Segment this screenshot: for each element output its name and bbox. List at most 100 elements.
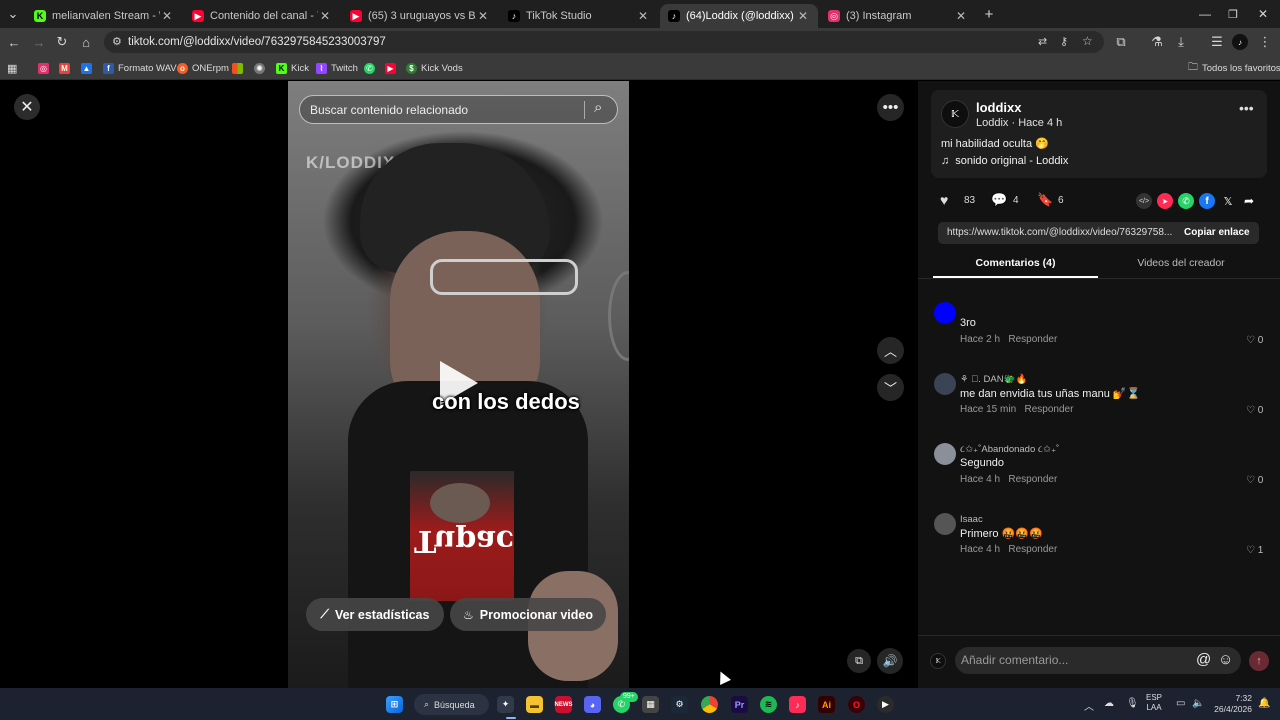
close-tab-icon[interactable]: ✕ bbox=[954, 9, 968, 23]
x-share-icon[interactable]: 𝕏 bbox=[1220, 193, 1236, 209]
send-to-friends-icon[interactable]: ➤ bbox=[1157, 193, 1173, 209]
comment-author[interactable]: ⚘ ﾟ. DAN🐲🔥 bbox=[960, 374, 1027, 385]
comment-input[interactable]: Añadir comentario... @ ☺ bbox=[955, 647, 1241, 674]
bookmark-microsoft[interactable] bbox=[232, 61, 247, 75]
bookmark-kick-vods[interactable]: $ Kick Vods bbox=[406, 61, 463, 75]
close-video-button[interactable]: ✕ bbox=[14, 94, 40, 120]
site-info-icon[interactable]: ⚙ bbox=[112, 35, 122, 48]
save-button[interactable]: 🔖 bbox=[1037, 192, 1053, 208]
video-link-text[interactable]: https://www.tiktok.com/@loddixx/video/76… bbox=[947, 227, 1172, 238]
notifications-bell-icon[interactable]: 🔔 bbox=[1258, 698, 1270, 709]
comment-avatar[interactable] bbox=[934, 513, 956, 535]
bookmark-whatsapp[interactable]: ✆ bbox=[364, 61, 379, 75]
facebook-share-icon[interactable]: f bbox=[1199, 193, 1215, 209]
tab-youtube-studio[interactable]: ▶ Contenido del canal - YouTube ✕ bbox=[184, 4, 340, 28]
forward-icon[interactable]: → bbox=[30, 33, 48, 51]
close-tab-icon[interactable]: ✕ bbox=[796, 9, 810, 23]
bookmark-drive[interactable]: ▲ bbox=[81, 61, 96, 75]
reading-list-icon[interactable]: ☰ bbox=[1208, 33, 1226, 51]
illustrator-icon[interactable]: Ai bbox=[818, 696, 835, 713]
previous-video-button[interactable]: ︿ bbox=[877, 337, 904, 364]
share-arrow-icon[interactable]: ➦ bbox=[1241, 193, 1257, 209]
bookmark-gmail[interactable]: M bbox=[59, 61, 74, 75]
tiktok-studio-icon[interactable]: ♪ bbox=[789, 696, 806, 713]
emoji-icon[interactable]: ☺ bbox=[1218, 651, 1233, 668]
bookmark-twitch[interactable]: ⌇ Twitch bbox=[316, 61, 358, 75]
restore-icon[interactable]: ❐ bbox=[1224, 5, 1242, 23]
show-hidden-icons[interactable]: ︿ bbox=[1084, 698, 1094, 713]
extensions-icon[interactable]: ⧉ bbox=[1112, 33, 1130, 51]
related-search-input[interactable]: Buscar contenido relacionado ⌕ bbox=[299, 95, 618, 124]
close-window-icon[interactable]: ✕ bbox=[1254, 5, 1272, 23]
back-icon[interactable]: ← bbox=[5, 33, 23, 51]
network-icon[interactable]: ▭ bbox=[1176, 698, 1185, 709]
profile-avatar[interactable]: ♪ bbox=[1232, 34, 1248, 50]
premiere-pro-icon[interactable]: Pr bbox=[731, 696, 748, 713]
volume-icon[interactable]: 🔈 bbox=[1192, 698, 1204, 709]
flask-icon[interactable]: ⚗ bbox=[1148, 33, 1166, 51]
promote-video-button[interactable]: ♨ Promocionar video bbox=[450, 598, 606, 631]
microphone-icon[interactable]: 🎙 bbox=[1126, 698, 1139, 709]
close-tab-icon[interactable]: ✕ bbox=[318, 9, 332, 23]
apps-grid-icon[interactable]: ▦ bbox=[7, 61, 17, 75]
close-tab-icon[interactable]: ✕ bbox=[636, 9, 650, 23]
comment-like[interactable]: ♡ 1 bbox=[1246, 545, 1263, 556]
calculator-icon[interactable]: ▦ bbox=[642, 696, 659, 713]
comment-author[interactable]: Isaac bbox=[960, 514, 983, 525]
discord-icon[interactable]: ◕ bbox=[584, 696, 601, 713]
embed-code-icon[interactable]: </> bbox=[1136, 193, 1152, 209]
author-username[interactable]: loddixx bbox=[976, 100, 1022, 115]
tab-search-icon[interactable]: ⌄ bbox=[4, 5, 22, 23]
tab-tiktok-profile[interactable]: ♪ (64)Loddix (@loddixx) | TikTok ✕ bbox=[660, 4, 818, 28]
comment-avatar[interactable] bbox=[934, 443, 956, 465]
comment-like[interactable]: ♡ 0 bbox=[1246, 475, 1263, 486]
start-windows-icon[interactable]: ⊞ bbox=[386, 696, 403, 713]
next-video-button[interactable]: ﹀ bbox=[877, 374, 904, 401]
like-button[interactable]: ♥ bbox=[940, 192, 948, 208]
new-tab-icon[interactable]: + bbox=[980, 5, 998, 23]
reply-button[interactable]: Responder bbox=[1008, 334, 1057, 345]
tab-youtube-video[interactable]: ▶ (65) 3 uruguayos vs BACKROO ✕ bbox=[342, 4, 498, 28]
tab-instagram[interactable]: ◎ (3) Instagram ✕ bbox=[820, 4, 976, 28]
all-favorites-folder[interactable]: 🗀 Todos los favoritos bbox=[1188, 61, 1280, 75]
reload-icon[interactable]: ↻ bbox=[53, 33, 71, 51]
close-tab-icon[interactable]: ✕ bbox=[160, 9, 174, 23]
reply-button[interactable]: Responder bbox=[1024, 404, 1073, 415]
translate-icon[interactable]: ⇄ bbox=[1038, 35, 1047, 48]
video-player[interactable]: Buscar contenido relacionado ⌕ K/LODDIX … bbox=[288, 81, 629, 688]
comment-like[interactable]: ♡ 0 bbox=[1246, 405, 1263, 416]
bookmark-youtube[interactable]: ▶ bbox=[385, 61, 400, 75]
steam-icon[interactable]: ⚙ bbox=[671, 696, 688, 713]
post-more-icon[interactable]: ••• bbox=[1239, 100, 1254, 116]
tab-creator-videos[interactable]: Videos del creador bbox=[1098, 257, 1264, 279]
post-sound[interactable]: ♫ sonido original - Loddix bbox=[941, 155, 1068, 167]
floating-player-button[interactable]: ⧉ bbox=[847, 649, 871, 673]
bookmark-kick[interactable]: K Kick bbox=[276, 61, 309, 75]
onedrive-icon[interactable]: ☁ bbox=[1104, 698, 1114, 709]
comment-avatar[interactable] bbox=[934, 373, 956, 395]
view-stats-button[interactable]: ⟋ Ver estadísticas bbox=[306, 598, 444, 631]
comment-author[interactable]: ૮✩₊˚Abandonado ૮✩₊˚ bbox=[960, 444, 1059, 455]
home-icon[interactable]: ⌂ bbox=[77, 33, 95, 51]
comment-avatar[interactable] bbox=[934, 302, 956, 324]
comment-like[interactable]: ♡ 0 bbox=[1246, 335, 1263, 346]
news-app-icon[interactable]: NEWS bbox=[555, 696, 573, 713]
taskbar-search[interactable]: ⌕ Búsqueda bbox=[414, 694, 489, 715]
tab-tiktok-studio[interactable]: ♪ TikTok Studio ✕ bbox=[500, 4, 658, 28]
bookmark-chatgpt[interactable]: ✺ bbox=[254, 61, 269, 75]
post-comment-button[interactable]: ↑ bbox=[1249, 651, 1269, 671]
mention-icon[interactable]: @ bbox=[1196, 651, 1211, 668]
more-options-button[interactable]: ••• bbox=[877, 94, 904, 121]
author-avatar[interactable]: 𝕂 bbox=[941, 100, 969, 128]
password-key-icon[interactable]: ⚷ bbox=[1060, 35, 1068, 48]
reply-button[interactable]: Responder bbox=[1008, 544, 1057, 555]
file-explorer-icon[interactable]: ▬ bbox=[526, 696, 543, 713]
comment-button[interactable]: 💬 bbox=[991, 192, 1007, 208]
address-bar[interactable]: ⚙ tiktok.com/@loddixx/video/763297584523… bbox=[104, 31, 1104, 53]
tab-kick-stream[interactable]: K melianvalen Stream - Watch Li ✕ bbox=[26, 4, 182, 28]
media-player-icon[interactable]: ▶ bbox=[877, 696, 894, 713]
bookmark-instagram[interactable]: ◎ bbox=[38, 61, 53, 75]
reply-button[interactable]: Responder bbox=[1008, 474, 1057, 485]
copilot-icon[interactable]: ✦ bbox=[497, 696, 514, 713]
opera-gx-icon[interactable]: O bbox=[848, 696, 865, 713]
